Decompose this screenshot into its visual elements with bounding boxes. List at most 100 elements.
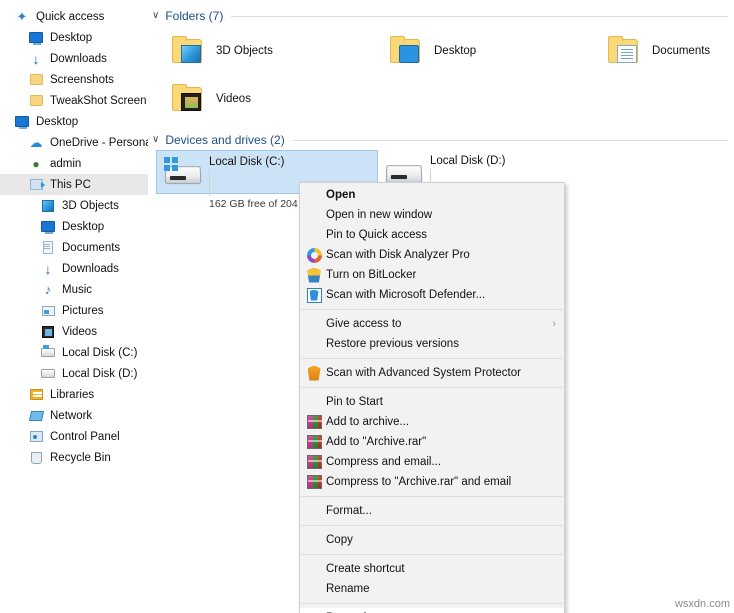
group-title-devices: Devices and drives (2) [165, 133, 285, 147]
watermark: wsxdn.com [674, 598, 730, 610]
sidebar-item-label: OneDrive - Personal [50, 136, 148, 149]
folder-tile-desktop[interactable]: Desktop [380, 28, 595, 74]
menu-item-copy[interactable]: Copy [300, 530, 564, 550]
menu-separator [301, 358, 563, 359]
folder-tile-documents[interactable]: Documents [598, 28, 734, 74]
sidebar-item-network[interactable]: Network [0, 405, 148, 426]
sidebar-item-label: admin [50, 157, 82, 170]
chevron-down-icon[interactable]: ∨ [152, 135, 159, 145]
menu-item-turn-on-bitlocker[interactable]: Turn on BitLocker [300, 265, 564, 285]
sidebar-item-label: Libraries [50, 388, 95, 401]
sidebar-item-recycle-bin[interactable]: Recycle Bin [0, 447, 148, 468]
documents-icon [40, 240, 56, 256]
menu-item-properties[interactable]: Properties [300, 608, 564, 613]
sidebar-item-label: Network [50, 409, 93, 422]
group-title-folders: Folders (7) [165, 9, 224, 23]
sidebar-item-screenshots[interactable]: Screenshots [0, 69, 148, 90]
disk-analyzer-pro-icon [302, 247, 326, 263]
cloud-icon: ☁ [29, 135, 43, 150]
group-header-devices-and-drives[interactable]: ∨ Devices and drives (2) [148, 128, 734, 152]
sidebar-item-admin[interactable]: ● admin [0, 153, 148, 174]
sidebar-item-pictures[interactable]: Pictures [0, 300, 148, 321]
sidebar-item-label: This PC [50, 178, 91, 191]
drive-name: Local Disk (D:) [430, 155, 506, 167]
menu-item-add-to-archive-rar[interactable]: Add to "Archive.rar" [300, 432, 564, 452]
drive-name: Local Disk (C:) [209, 156, 285, 168]
menu-item-label: Compress to "Archive.rar" and email [326, 476, 512, 488]
sidebar-item-documents[interactable]: Documents [0, 237, 148, 258]
sidebar-item-local-disk-d[interactable]: Local Disk (D:) [0, 363, 148, 384]
downloads-icon: ↓ [32, 50, 40, 67]
advanced-system-protector-icon [302, 365, 326, 381]
sidebar-item-tweakshot-screen-reco[interactable]: TweakShot Screen Reco [0, 90, 148, 111]
menu-item-pin-to-quick-access[interactable]: Pin to Quick access [300, 225, 564, 245]
sidebar-item-desktop[interactable]: Desktop [0, 111, 148, 132]
menu-item-label: Scan with Disk Analyzer Pro [326, 249, 470, 261]
menu-item-open-in-new-window[interactable]: Open in new window [300, 205, 564, 225]
menu-item-compress-to-archive-rar-and-email[interactable]: Compress to "Archive.rar" and email [300, 472, 564, 492]
sidebar-item-libraries[interactable]: Libraries [0, 384, 148, 405]
menu-separator [301, 496, 563, 497]
sidebar-item-label: Local Disk (C:) [62, 346, 138, 359]
sidebar-item-local-disk-c[interactable]: Local Disk (C:) [0, 342, 148, 363]
file-explorer-window: ✦ Quick access Desktop ↓ Downloads Screenshot… [0, 0, 734, 613]
sidebar-item-label: Desktop [50, 31, 93, 44]
menu-item-scan-with-microsoft-defender[interactable]: Scan with Microsoft Defender... [300, 285, 564, 305]
sidebar-item-quick-access[interactable]: ✦ Quick access [0, 6, 148, 27]
bitlocker-shield-icon [302, 267, 326, 283]
sidebar-item-3d-objects[interactable]: 3D Objects [0, 195, 148, 216]
windows-drive-icon [161, 154, 205, 192]
recycle-bin-icon [28, 450, 44, 466]
sidebar-item-this-pc[interactable]: This PC [0, 174, 148, 195]
desktop-icon [14, 114, 30, 130]
menu-item-label: Scan with Advanced System Protector [326, 367, 521, 379]
menu-item-create-shortcut[interactable]: Create shortcut [300, 559, 564, 579]
menu-item-label: Scan with Microsoft Defender... [326, 289, 486, 301]
menu-item-label: Add to "Archive.rar" [326, 436, 427, 448]
sidebar-item-onedrive-personal[interactable]: ☁ OneDrive - Personal [0, 132, 149, 153]
chevron-down-icon[interactable]: ∨ [152, 11, 159, 21]
menu-item-add-to-archive[interactable]: Add to archive... [300, 412, 564, 432]
sidebar-item-label: 3D Objects [62, 199, 119, 212]
sidebar-item-label: Documents [62, 241, 121, 254]
folder-icon-documents [604, 31, 644, 71]
drive-capacity-bar [209, 170, 210, 196]
folder-tile-3d-objects[interactable]: 3D Objects [162, 28, 377, 74]
context-menu: Open Open in new window Pin to Quick acces… [299, 182, 565, 613]
sidebar-item-downloads[interactable]: ↓ Downloads [0, 48, 148, 69]
menu-separator [301, 554, 563, 555]
desktop-icon [40, 219, 56, 235]
group-header-folders[interactable]: ∨ Folders (7) [148, 4, 734, 28]
menu-item-format[interactable]: Format... [300, 501, 564, 521]
libraries-icon [28, 387, 44, 403]
menu-item-label: Create shortcut [326, 563, 405, 575]
menu-item-open[interactable]: Open [300, 185, 564, 205]
folder-tile-label: 3D Objects [216, 45, 273, 57]
sidebar-item-downloads[interactable]: ↓ Downloads [0, 258, 148, 279]
winrar-icon [302, 475, 326, 489]
menu-item-label: Add to archive... [326, 416, 410, 428]
sidebar-item-music[interactable]: ♪ Music [0, 279, 148, 300]
menu-item-label: Pin to Quick access [326, 229, 427, 241]
menu-item-restore-previous-versions[interactable]: Restore previous versions [300, 334, 564, 354]
menu-item-rename[interactable]: Rename [300, 579, 564, 599]
winrar-icon [302, 455, 326, 469]
menu-item-give-access-to[interactable]: Give access to › [300, 314, 564, 334]
menu-item-compress-and-email[interactable]: Compress and email... [300, 452, 564, 472]
menu-item-scan-with-disk-analyzer-pro[interactable]: Scan with Disk Analyzer Pro [300, 245, 564, 265]
folder-icon-desktop [386, 31, 426, 71]
sidebar-item-desktop[interactable]: Desktop [0, 216, 148, 237]
menu-item-pin-to-start[interactable]: Pin to Start [300, 392, 564, 412]
folder-tile-videos[interactable]: Videos [162, 76, 377, 122]
sidebar-item-label: Downloads [50, 52, 107, 65]
menu-separator [301, 309, 563, 310]
sidebar-item-videos[interactable]: Videos [0, 321, 148, 342]
menu-item-scan-with-advanced-system-protector[interactable]: Scan with Advanced System Protector [300, 363, 564, 383]
drive-icon [40, 366, 56, 382]
menu-item-label: Open [326, 189, 356, 201]
sidebar-item-control-panel[interactable]: Control Panel [0, 426, 148, 447]
sidebar-item-desktop[interactable]: Desktop [0, 27, 148, 48]
sidebar-item-label: Local Disk (D:) [62, 367, 138, 380]
submenu-chevron-icon[interactable]: › [552, 318, 556, 330]
sidebar-item-label: Screenshots [50, 73, 114, 86]
